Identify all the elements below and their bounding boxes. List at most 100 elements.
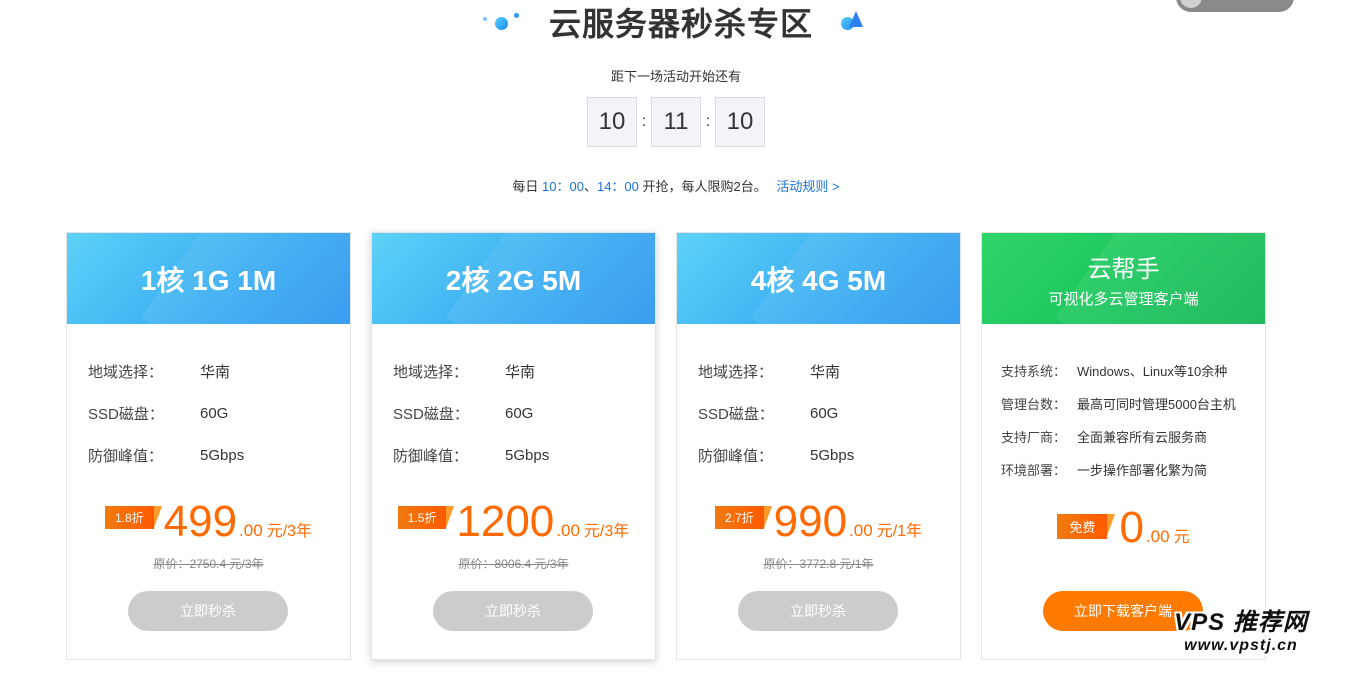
- card-specs: 地域选择： 华南 SSD磁盘： 60G 防御峰值： 5Gbps: [372, 324, 655, 476]
- spec-value: 华南: [200, 363, 231, 381]
- spec-value: 5Gbps: [505, 446, 550, 464]
- price-decimal: .00: [239, 521, 263, 540]
- product-card-2: 2核 2G 5M 地域选择： 华南 SSD磁盘： 60G 防御峰值： 5Gbps 1.…: [371, 232, 656, 660]
- spec-label: 防御峰值：: [88, 447, 164, 465]
- spec-value: 60G: [810, 404, 839, 422]
- title-row: 云服务器秒杀专区: [0, 2, 1352, 43]
- price-row: 1.5折 1200.00 元/3年: [372, 497, 655, 547]
- price-integer: 990: [773, 497, 848, 546]
- spec-value: 一步操作部署化繁为简: [1077, 463, 1208, 478]
- spec-label: 地域选择：: [393, 363, 469, 381]
- schedule-time-1: 10：00: [542, 179, 584, 194]
- flash-buy-button[interactable]: 立即秒杀: [433, 591, 593, 631]
- watermark-bottom: www.vpstj.cn: [1184, 637, 1298, 654]
- card-specs: 地域选择： 华南 SSD磁盘： 60G 防御峰值： 5Gbps: [677, 324, 960, 476]
- discount-badge: 2.7折: [714, 506, 772, 529]
- spec-value: 5Gbps: [810, 446, 855, 464]
- page-title: 云服务器秒杀专区: [548, 5, 813, 43]
- spec-row: 环境部署： 一步操作部署化繁为简: [1001, 453, 1265, 486]
- flash-buy-button[interactable]: 立即秒杀: [738, 591, 898, 631]
- spec-row: SSD磁盘： 60G: [88, 392, 350, 434]
- spec-row: 支持系统： Windows、Linux等10余种: [1001, 354, 1265, 387]
- original-price: 原价：3772.8 元/1年: [763, 557, 874, 571]
- spec-label: SSD磁盘：: [698, 405, 774, 423]
- schedule-time-2: 14：00: [596, 179, 639, 194]
- spec-value: 华南: [810, 363, 841, 381]
- activity-rules-link[interactable]: 活动规则 >: [776, 179, 839, 194]
- spec-row: 防御峰值： 5Gbps: [88, 434, 350, 476]
- product-card-3: 4核 4G 5M 地域选择： 华南 SSD磁盘： 60G 防御峰值： 5Gbps 2.…: [676, 232, 961, 660]
- spec-value: 最高可同时管理5000台主机: [1077, 397, 1236, 412]
- spec-value: 5Gbps: [200, 446, 245, 464]
- card-header: 2核 2G 5M: [372, 233, 655, 324]
- spec-value: 全面兼容所有云服务商: [1077, 430, 1208, 445]
- price-decimal: .00: [1145, 527, 1170, 546]
- countdown-separator: :: [705, 113, 711, 130]
- price-unit: 元/1年: [876, 523, 923, 540]
- spec-value: 华南: [505, 363, 536, 381]
- price-decimal: .00: [849, 521, 873, 540]
- price-integer: 0: [1119, 503, 1144, 552]
- schedule-prefix: 每日: [512, 179, 539, 194]
- countdown-separator: :: [641, 113, 647, 130]
- helper-card: 云帮手 可视化多云管理客户端 支持系统： Windows、Linux等10余种 管…: [981, 232, 1266, 660]
- discount-badge: 1.8折: [104, 506, 162, 529]
- price-unit: 元: [1173, 529, 1190, 546]
- spec-row: 地域选择： 华南: [88, 350, 350, 392]
- price-row: 免费 0.00 元: [982, 503, 1265, 553]
- spec-label: SSD磁盘：: [393, 405, 469, 423]
- card-specs: 地域选择： 华南 SSD磁盘： 60G 防御峰值： 5Gbps: [67, 324, 350, 476]
- spec-row: 地域选择： 华南: [393, 350, 655, 392]
- spec-row: 防御峰值： 5Gbps: [698, 434, 960, 476]
- card-header: 1核 1G 1M: [67, 233, 350, 324]
- schedule-join: 、: [583, 179, 597, 194]
- price-unit: 元/3年: [583, 523, 630, 540]
- original-price: 原价：8006.4 元/3年: [458, 557, 569, 571]
- spec-row: SSD磁盘： 60G: [393, 392, 655, 434]
- watermark-logo: VPS 推荐网 www.vpstj.cn: [1166, 602, 1316, 655]
- spec-row: 地域选择： 华南: [698, 350, 960, 392]
- spec-value: Windows、Linux等10余种: [1077, 364, 1228, 379]
- countdown-label: 距下一场活动开始还有: [610, 69, 741, 84]
- spec-row: 支持厂商： 全面兼容所有云服务商: [1001, 420, 1265, 453]
- original-price: 原价：2750.4 元/3年: [153, 557, 264, 571]
- helper-title: 云帮手: [1087, 255, 1160, 283]
- card-header: 4核 4G 5M: [677, 233, 960, 324]
- helper-specs: 支持系统： Windows、Linux等10余种 管理台数： 最高可同时管理5000…: [982, 324, 1265, 486]
- product-card-1: 1核 1G 1M 地域选择： 华南 SSD磁盘： 60G 防御峰值： 5Gbps 1.…: [66, 232, 351, 660]
- spec-label: 防御峰值：: [698, 447, 774, 465]
- schedule-text: 每日 10：00、14：00 开抢，每人限购2台。 活动规则 >: [0, 176, 1352, 195]
- price-integer: 499: [163, 497, 238, 546]
- spec-value: 60G: [200, 404, 229, 422]
- spec-row: 防御峰值： 5Gbps: [393, 434, 655, 476]
- spec-label: 支持厂商：: [1001, 430, 1067, 445]
- spec-label: 管理台数：: [1001, 397, 1067, 412]
- spec-label: 环境部署：: [1001, 463, 1067, 478]
- price-decimal: .00: [556, 521, 580, 540]
- spec-row: 管理台数： 最高可同时管理5000台主机: [1001, 387, 1265, 420]
- price-row: 2.7折 990.00 元/1年: [677, 497, 960, 547]
- countdown-hours: 10: [587, 97, 637, 147]
- bubbles-left-icon: [482, 7, 523, 37]
- countdown-minutes: 11: [651, 97, 701, 147]
- countdown-seconds: 10: [715, 97, 765, 147]
- countdown-timer: 10 : 11 : 10: [0, 97, 1352, 147]
- schedule-suffix: 开抢，每人限购2台。: [642, 179, 767, 194]
- spec-label: SSD磁盘：: [88, 405, 164, 423]
- free-badge: 免费: [1057, 514, 1116, 539]
- spec-label: 地域选择：: [698, 363, 774, 381]
- spec-row: SSD磁盘： 60G: [698, 392, 960, 434]
- helper-card-header: 云帮手 可视化多云管理客户端: [982, 233, 1265, 324]
- spec-label: 支持系统：: [1001, 364, 1067, 379]
- price-integer: 1200: [456, 497, 555, 546]
- spec-value: 60G: [505, 404, 534, 422]
- price-row: 1.8折 499.00 元/3年: [67, 497, 350, 547]
- spec-label: 地域选择：: [88, 363, 164, 381]
- price-unit: 元/3年: [266, 523, 313, 540]
- helper-subtitle: 可视化多云管理客户端: [1048, 290, 1199, 308]
- spec-label: 防御峰值：: [393, 447, 469, 465]
- bubbles-right-icon: [839, 7, 869, 37]
- discount-badge: 1.5折: [397, 506, 455, 529]
- watermark-top: VPS 推荐网: [1174, 609, 1308, 636]
- flash-buy-button[interactable]: 立即秒杀: [128, 591, 288, 631]
